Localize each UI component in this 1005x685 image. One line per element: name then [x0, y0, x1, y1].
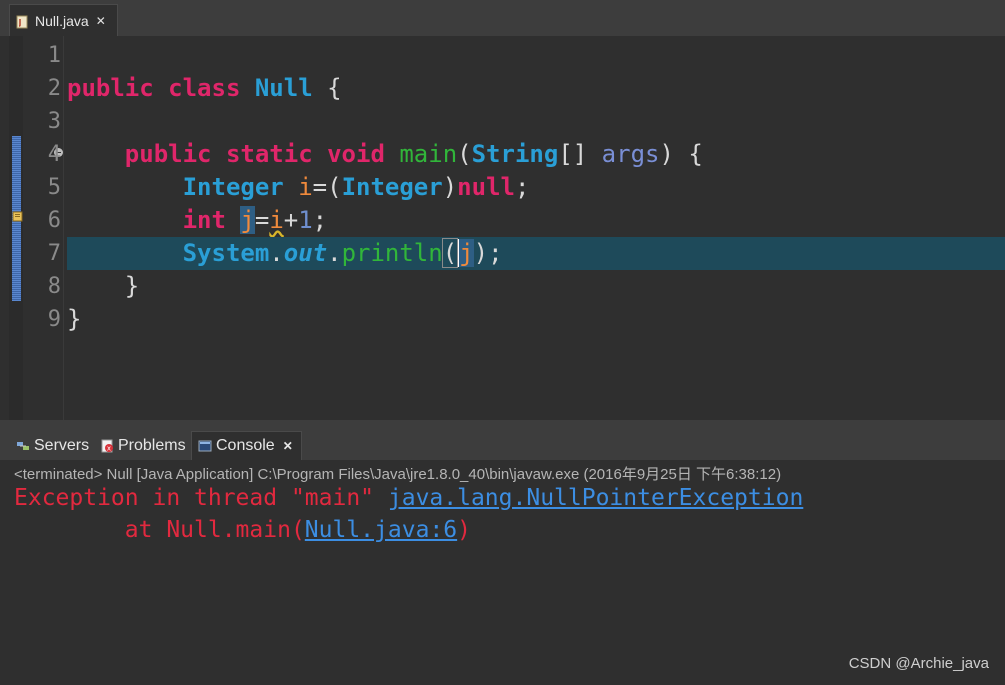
brace: {	[327, 74, 342, 102]
parameter: args	[601, 140, 660, 168]
code-line-2: public class Null {	[67, 72, 1005, 105]
type-name: Integer	[182, 173, 284, 201]
method-name: main	[399, 140, 458, 168]
code-editor[interactable]: 1 2 3 4 5 6 7 8 9 public class Null { pu…	[9, 36, 1005, 420]
type-name: Integer	[341, 173, 443, 201]
brace: }	[124, 272, 140, 300]
array-brackets: []	[558, 140, 602, 168]
line-number: 4	[47, 142, 61, 167]
console-line-2: at Null.main(Null.java:6)	[14, 517, 471, 543]
local-variable: i	[298, 173, 313, 201]
tab-servers[interactable]: Servers	[10, 431, 89, 460]
line-number: 3	[47, 109, 61, 134]
keyword: int	[182, 206, 226, 234]
line-number: 7	[47, 241, 61, 266]
dot: .	[269, 239, 284, 267]
keyword: public	[124, 140, 212, 168]
semicolon: ;	[312, 206, 328, 234]
keyword: class	[168, 74, 241, 102]
keyword: void	[327, 140, 385, 168]
paren: ) {	[659, 140, 703, 168]
problems-icon: x	[100, 439, 114, 453]
console-output[interactable]: <terminated> Null [Java Application] C:\…	[0, 460, 1005, 685]
tab-console[interactable]: Console ✕	[191, 431, 302, 460]
paren: (	[441, 238, 459, 268]
java-file-icon	[15, 14, 29, 28]
line-number: 2	[47, 76, 61, 101]
paren: );	[473, 239, 503, 267]
static-field: out	[283, 239, 328, 267]
brace: }	[67, 305, 82, 333]
paren: )	[442, 173, 458, 201]
stacktrace-link[interactable]: Null.java:6	[305, 517, 457, 543]
method-name: println	[341, 239, 443, 267]
code-line-6: int j=i+1;	[67, 204, 1005, 237]
tab-problems[interactable]: x Problems	[94, 431, 186, 460]
svg-text:x: x	[107, 444, 111, 452]
gutter-divider	[63, 36, 64, 420]
code-line-4: public static void main(String[] args) {	[67, 138, 1005, 171]
close-icon[interactable]: ✕	[283, 439, 293, 453]
left-ruler	[9, 36, 23, 420]
keyword: null	[457, 173, 515, 201]
tab-label: Console	[216, 437, 275, 454]
line-number: 6	[47, 208, 61, 233]
console-line-1: Exception in thread "main" java.lang.Nul…	[14, 485, 803, 511]
class-name: Null	[254, 74, 313, 102]
error-text: )	[457, 517, 471, 543]
paren: (	[457, 140, 472, 168]
servers-icon	[16, 439, 30, 453]
error-text: at Null.main(	[14, 517, 305, 543]
local-variable: j	[240, 206, 255, 234]
local-variable-warning: i	[269, 206, 284, 234]
code-line-9: }	[67, 303, 1005, 336]
console-icon	[198, 439, 212, 453]
code-line-8: }	[67, 270, 1005, 303]
tab-label: Servers	[34, 436, 90, 454]
code-line-5: Integer i=(Integer)null;	[67, 171, 1005, 204]
line-number: 8	[47, 274, 61, 299]
pane-splitter[interactable]	[0, 420, 1005, 428]
operator: +	[283, 206, 299, 234]
line-number: 5	[47, 175, 61, 200]
tab-label: Null.java	[35, 12, 89, 29]
operator: =(	[312, 173, 342, 201]
type-name: String	[471, 140, 559, 168]
semicolon: ;	[514, 173, 530, 201]
number-literal: 1	[298, 206, 313, 234]
editor-tab-bar	[0, 0, 1005, 36]
tab-label: Problems	[118, 436, 186, 454]
line-number: 1	[47, 43, 61, 68]
console-tab-bar: Servers x Problems Console ✕	[0, 428, 1005, 460]
close-icon[interactable]: ✕	[96, 14, 106, 28]
line-number: 9	[47, 307, 61, 332]
exception-link[interactable]: java.lang.NullPointerException	[388, 485, 803, 511]
operator: =	[254, 206, 270, 234]
dot: .	[327, 239, 342, 267]
console-status: <terminated> Null [Java Application] C:\…	[14, 466, 782, 483]
keyword: static	[225, 140, 313, 168]
tab-null-java[interactable]: Null.java ✕	[9, 4, 118, 36]
code-line-7-current: System.out.println(j);	[67, 237, 1005, 270]
class-name: System	[182, 239, 270, 267]
keyword: public	[67, 74, 154, 102]
error-text: Exception in thread "main"	[14, 485, 388, 511]
watermark: CSDN @Archie_java	[848, 655, 989, 672]
local-variable: j	[457, 239, 474, 267]
